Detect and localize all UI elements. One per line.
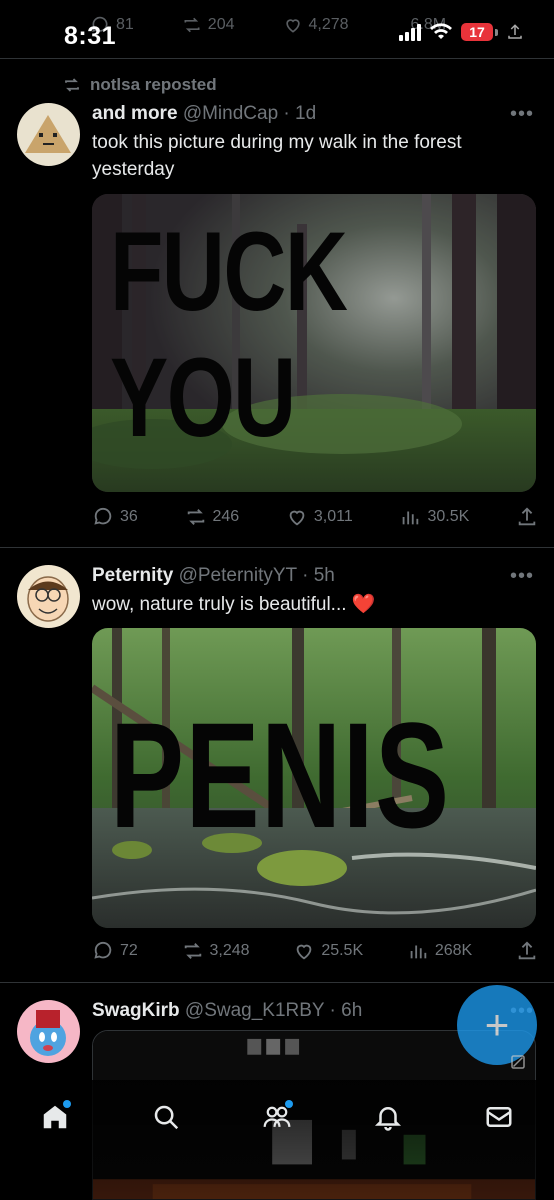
view-count: 30.5K: [427, 508, 470, 525]
avatar[interactable]: [17, 1000, 80, 1063]
display-name[interactable]: SwagKirb: [92, 1000, 180, 1021]
repost-count-text: 204: [207, 16, 235, 33]
reply-button[interactable]: 72: [92, 940, 138, 962]
heart-icon: [285, 19, 300, 33]
display-name[interactable]: and more: [92, 103, 178, 124]
post-header: and more @MindCap · 1d: [92, 103, 317, 124]
avatar[interactable]: [17, 565, 80, 628]
post-time: 6h: [341, 1000, 363, 1021]
reply-button[interactable]: 36: [92, 506, 138, 528]
like-count: 3,011: [313, 508, 353, 525]
divider: [0, 58, 554, 59]
like-button[interactable]: 25.5K: [293, 940, 363, 962]
repost-button[interactable]: 246: [185, 506, 240, 528]
compose-plus-icon: +: [484, 1001, 510, 1048]
status-icons: 17: [399, 22, 524, 42]
handle[interactable]: @PeternityYT: [179, 565, 297, 586]
more-menu-icon[interactable]: •••: [510, 103, 534, 126]
post-text: wow, nature truly is beautiful... ❤️: [92, 594, 376, 615]
more-menu-icon[interactable]: •••: [510, 565, 534, 588]
status-time: 8:31: [64, 22, 117, 50]
like-button[interactable]: 3,011: [286, 506, 353, 528]
like-count[interactable]: 4,278: [283, 15, 349, 35]
bell-icon: [374, 1107, 401, 1131]
views-chart-icon: [410, 945, 427, 959]
repost-count: 246: [212, 508, 240, 525]
nav-notifications[interactable]: [368, 1102, 408, 1142]
post-image[interactable]: PENIS: [92, 628, 536, 928]
post-actions: 36 246 3,011 30.5K: [92, 506, 538, 528]
views-button[interactable]: 30.5K: [399, 506, 469, 528]
post-time: 5h: [313, 565, 335, 586]
post-header: Peternity @PeternityYT · 5h: [92, 565, 335, 586]
battery-icon: 17: [461, 23, 493, 41]
overlay-line: YOU: [110, 335, 296, 461]
like-count-text: 4,278: [308, 16, 349, 33]
wifi-icon: [430, 23, 452, 39]
nav-communities[interactable]: [257, 1100, 297, 1142]
repost-label: notlsa reposted: [90, 75, 217, 94]
repost-indicator: notlsa reposted: [62, 75, 217, 95]
handle[interactable]: @MindCap: [183, 103, 278, 124]
cellular-signal-icon: [399, 23, 421, 41]
reply-icon: [94, 941, 112, 959]
mail-icon: [486, 1107, 512, 1127]
repost-icon: [184, 17, 200, 33]
post-time: 1d: [295, 103, 317, 124]
view-count: 268K: [434, 942, 473, 959]
post-actions: 72 3,248 25.5K 268K: [92, 940, 538, 962]
divider: [0, 982, 554, 983]
reply-count: 72: [120, 942, 138, 959]
overlay-line: FUCK: [110, 209, 348, 334]
share-icon[interactable]: [506, 22, 524, 42]
repost-count: 3,248: [209, 942, 250, 959]
avatar[interactable]: [17, 103, 80, 166]
like-count: 25.5K: [321, 942, 364, 959]
views-button[interactable]: 268K: [407, 940, 472, 962]
battery-cap: [495, 28, 498, 36]
post-image[interactable]: FUCK YOU: [92, 194, 536, 492]
repost-icon: [187, 509, 204, 525]
post-text: took this picture during my walk in the …: [92, 132, 462, 180]
views-chart-icon: [403, 511, 419, 525]
display-name[interactable]: Peternity: [92, 565, 173, 586]
nav-messages[interactable]: [479, 1102, 519, 1142]
share-button[interactable]: [516, 940, 538, 962]
notification-dot: [284, 1100, 293, 1108]
reply-count: 36: [120, 508, 138, 525]
repost-icon: [184, 943, 201, 959]
heart-icon: [289, 510, 305, 526]
share-icon: [518, 507, 536, 526]
image-overlay-text: PENIS: [110, 691, 451, 859]
overlay-line: PENIS: [110, 691, 451, 859]
share-icon: [518, 941, 536, 960]
nav-search[interactable]: [146, 1102, 186, 1142]
repost-button[interactable]: 3,248: [182, 940, 250, 962]
dismiss-icon: [511, 1055, 525, 1069]
compose-button[interactable]: +: [457, 985, 537, 1069]
repost-icon: [65, 78, 79, 92]
share-button[interactable]: [516, 506, 538, 528]
reply-count-text: 81: [116, 16, 134, 33]
heart-icon: [296, 944, 312, 960]
divider: [0, 547, 554, 548]
nav-home[interactable]: [35, 1100, 75, 1142]
search-icon: [154, 1105, 179, 1130]
image-overlay-text: FUCK YOU: [110, 209, 348, 461]
bottom-nav: [0, 1080, 554, 1200]
handle[interactable]: @Swag_K1RBY: [185, 1000, 324, 1021]
repost-count[interactable]: 204: [182, 15, 235, 35]
reply-icon: [94, 507, 112, 525]
